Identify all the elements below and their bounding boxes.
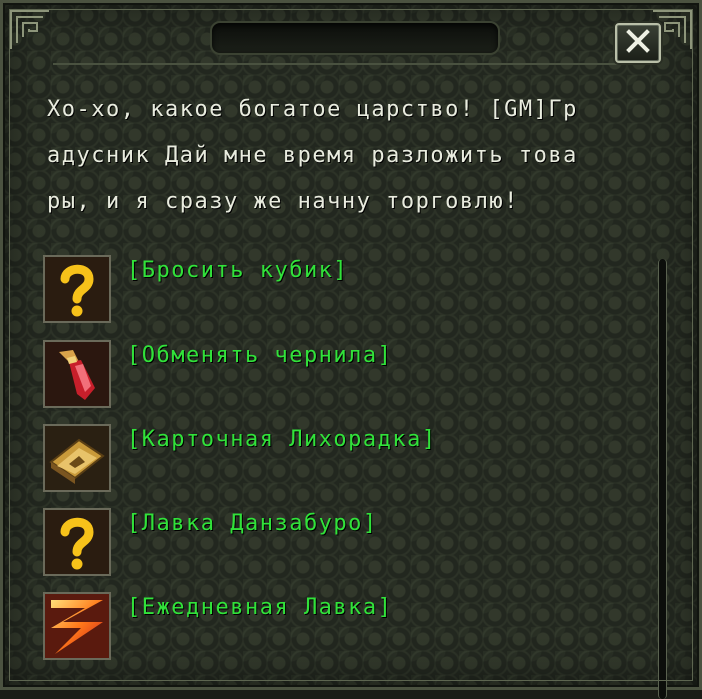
scrollbar[interactable] <box>655 259 669 699</box>
question-mark-icon <box>43 508 111 576</box>
close-button[interactable] <box>615 23 661 63</box>
close-x-icon <box>624 27 652 59</box>
option-exchange-ink[interactable]: [Обменять чернила] <box>43 340 603 408</box>
option-label: [Карточная Лихорадка] <box>127 427 437 452</box>
npc-message: Хо-хо, какое богатое царство! [GM]Гр аду… <box>47 97 578 214</box>
golden-card-icon <box>43 424 111 492</box>
corner-ornament-icon <box>7 7 53 53</box>
option-daily-shop[interactable]: [Ежедневная Лавка] <box>43 592 603 660</box>
red-ink-crystal-icon <box>43 340 111 408</box>
scrollbar-track[interactable] <box>658 259 667 699</box>
option-label: [Обменять чернила] <box>127 343 393 368</box>
option-roll-dice[interactable]: [Бросить кубик] <box>43 255 603 323</box>
option-label: [Бросить кубик] <box>127 258 349 283</box>
option-label: [Лавка Данзабуро] <box>127 511 378 536</box>
option-danzaburo-shop[interactable]: [Лавка Данзабуро] <box>43 508 603 576</box>
title-bar <box>210 21 500 55</box>
option-label: [Ежедневная Лавка] <box>127 595 393 620</box>
question-mark-icon <box>43 255 111 323</box>
lightning-icon <box>43 592 111 660</box>
npc-dialog-window: Хо-хо, какое богатое царство! [GM]Гр аду… <box>0 0 702 699</box>
divider <box>53 63 649 65</box>
option-card-fever[interactable]: [Карточная Лихорадка] <box>43 424 603 492</box>
